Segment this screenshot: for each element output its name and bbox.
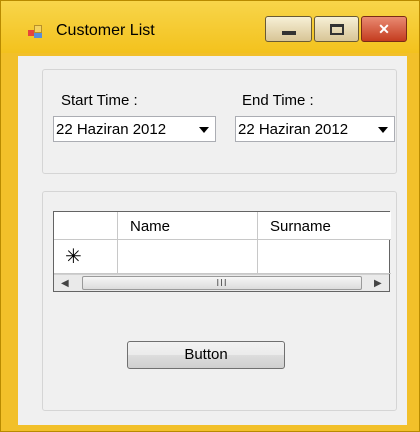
end-time-label: End Time : xyxy=(242,92,314,109)
start-time-value: 22 Haziran 2012 xyxy=(56,121,167,138)
date-filter-group: Start Time : End Time : 22 Haziran 2012 … xyxy=(42,69,397,174)
maximize-icon xyxy=(329,23,344,35)
start-time-label: Start Time : xyxy=(61,92,138,109)
new-row-icon: ✳ xyxy=(65,246,82,268)
end-time-picker[interactable]: 22 Haziran 2012 xyxy=(235,116,395,142)
minimize-icon xyxy=(281,31,296,35)
scroll-grip-icon: III xyxy=(216,278,228,289)
horizontal-scrollbar[interactable]: ◀ III ▶ xyxy=(54,274,389,291)
title-bar[interactable]: Customer List ✕ xyxy=(1,1,419,53)
column-header-name[interactable]: Name xyxy=(118,212,258,240)
maximize-button[interactable] xyxy=(314,16,359,42)
end-time-value: 22 Haziran 2012 xyxy=(238,121,349,138)
close-icon: ✕ xyxy=(378,20,390,37)
app-form-icon xyxy=(28,25,44,39)
chevron-down-icon[interactable] xyxy=(199,127,209,133)
start-time-picker[interactable]: 22 Haziran 2012 xyxy=(53,116,216,142)
row-header-corner[interactable] xyxy=(54,212,118,240)
chevron-down-icon[interactable] xyxy=(378,127,388,133)
action-button[interactable]: Button xyxy=(127,341,285,369)
column-header-label: Surname xyxy=(270,218,331,235)
scrollbar-thumb[interactable]: III xyxy=(82,276,362,290)
close-button[interactable]: ✕ xyxy=(361,16,407,42)
customer-list-window: Customer List ✕ Start Time : End Time : … xyxy=(0,0,420,432)
window-title: Customer List xyxy=(56,22,155,39)
minimize-button[interactable] xyxy=(265,16,312,42)
column-header-label: Name xyxy=(130,218,171,235)
customer-data-grid[interactable]: Name Surname ✳ ◀ III ▶ xyxy=(53,211,391,292)
scroll-right-icon[interactable]: ▶ xyxy=(374,278,382,289)
column-header-surname[interactable]: Surname xyxy=(258,212,391,240)
new-row-header[interactable]: ✳ xyxy=(54,240,118,274)
customer-grid-group: Name Surname ✳ ◀ III ▶ Button xyxy=(42,191,397,411)
cell-surname[interactable] xyxy=(258,240,391,274)
scroll-left-icon[interactable]: ◀ xyxy=(61,278,69,289)
client-area: Start Time : End Time : 22 Haziran 2012 … xyxy=(18,56,407,425)
cell-name[interactable] xyxy=(118,240,258,274)
